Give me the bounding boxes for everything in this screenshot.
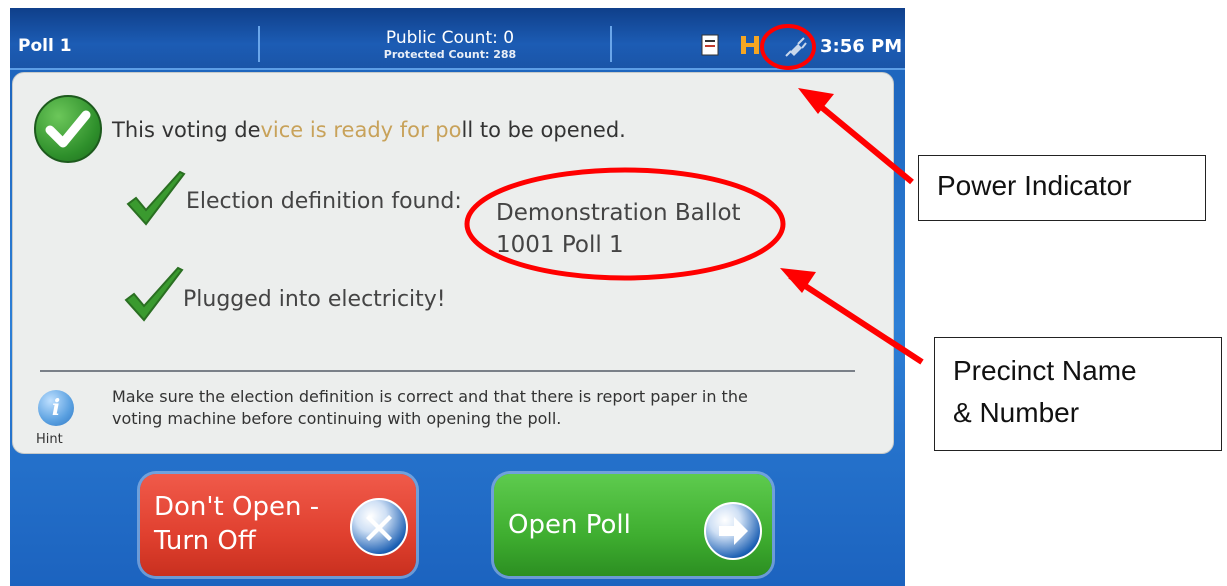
clock: 3:56 PM [820,36,903,57]
hint-text: Make sure the election definition is cor… [112,386,842,430]
divider [258,26,260,62]
callout-label-line: Precinct Name [953,355,1137,386]
close-icon [350,498,408,556]
ready-message: This voting device is ready for poll to … [112,118,626,142]
callout-label: Power Indicator [937,170,1132,201]
media-icon [740,34,760,60]
ready-message-part: ll to be opened. [461,118,626,142]
ballot-name: Demonstration Ballot [496,200,741,226]
hint-line: voting machine before continuing with op… [112,409,562,428]
divider [40,370,855,372]
precinct-number: 1001 Poll 1 [496,232,624,258]
ready-message-part: vice is ready for po [260,118,462,142]
open-poll-button[interactable]: Open Poll [494,474,772,576]
button-label: Don't Open - Turn Off [154,490,319,558]
arrow-right-icon [704,502,762,560]
ready-check-icon [34,95,102,163]
counts: Public Count: 0 Protected Count: 288 [290,28,610,61]
dont-open-turn-off-button[interactable]: Don't Open - Turn Off [140,474,416,576]
hint-label: Hint [36,432,63,447]
button-label-line: Turn Off [154,526,256,556]
definition-check-icon [124,170,188,234]
ready-message-part: This voting de [112,118,261,142]
button-label: Open Poll [508,510,631,540]
report-icon [700,34,720,60]
status-bar: Poll 1 Public Count: 0 Protected Count: … [10,8,905,70]
protected-count: Protected Count: 288 [383,48,517,61]
callout-label-line: & Number [953,397,1080,428]
precinct-callout: Precinct Name & Number [934,337,1222,451]
power-plug-icon [784,34,808,62]
poll-name: Poll 1 [18,36,72,56]
info-icon[interactable]: i [38,390,74,426]
button-label-line: Don't Open - [154,492,320,522]
callout-label: Precinct Name & Number [953,350,1137,434]
power-check-icon [122,266,186,330]
divider [610,26,612,62]
power-indicator-callout: Power Indicator [918,155,1206,221]
public-count: Public Count: 0 [385,28,515,48]
plugged-in-label: Plugged into electricity! [183,287,446,312]
hint-line: Make sure the election definition is cor… [112,387,748,406]
ballot-info: Demonstration Ballot 1001 Poll 1 [496,197,741,261]
definition-found-label: Election definition found: [186,189,462,214]
